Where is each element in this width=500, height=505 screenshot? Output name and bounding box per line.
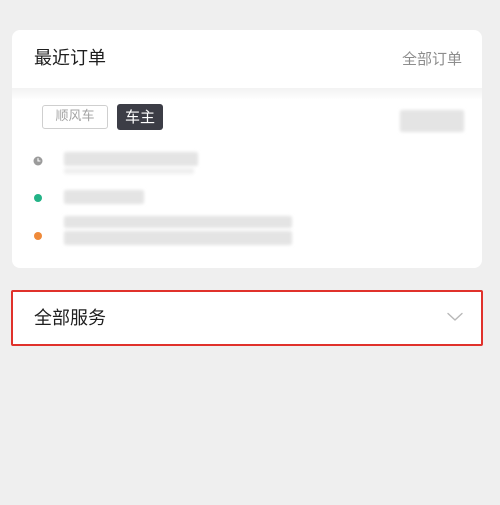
- order-status-redacted: [400, 110, 464, 132]
- all-services-title: 全部服务: [34, 308, 106, 329]
- order-time-subtext-redacted: [64, 168, 194, 174]
- recent-orders-card: 最近订单 全部订单 顺风车 车主: [12, 30, 482, 268]
- destination-location-line2-redacted: [64, 231, 292, 245]
- rideshare-tag: 顺风车: [42, 105, 108, 129]
- all-orders-link[interactable]: 全部订单: [402, 47, 462, 71]
- recent-orders-title: 最近订单: [34, 48, 106, 69]
- start-location-dot: [34, 194, 42, 202]
- header-divider: [12, 88, 482, 100]
- clock-icon: [33, 156, 43, 166]
- all-services-row[interactable]: 全部服务: [11, 290, 483, 346]
- destination-location-dot: [34, 232, 42, 240]
- driver-owner-tag: 车主: [117, 104, 163, 130]
- chevron-down-icon[interactable]: [447, 312, 463, 322]
- start-location-redacted: [64, 190, 144, 204]
- destination-location-line1-redacted: [64, 216, 292, 228]
- order-time-redacted: [64, 152, 198, 166]
